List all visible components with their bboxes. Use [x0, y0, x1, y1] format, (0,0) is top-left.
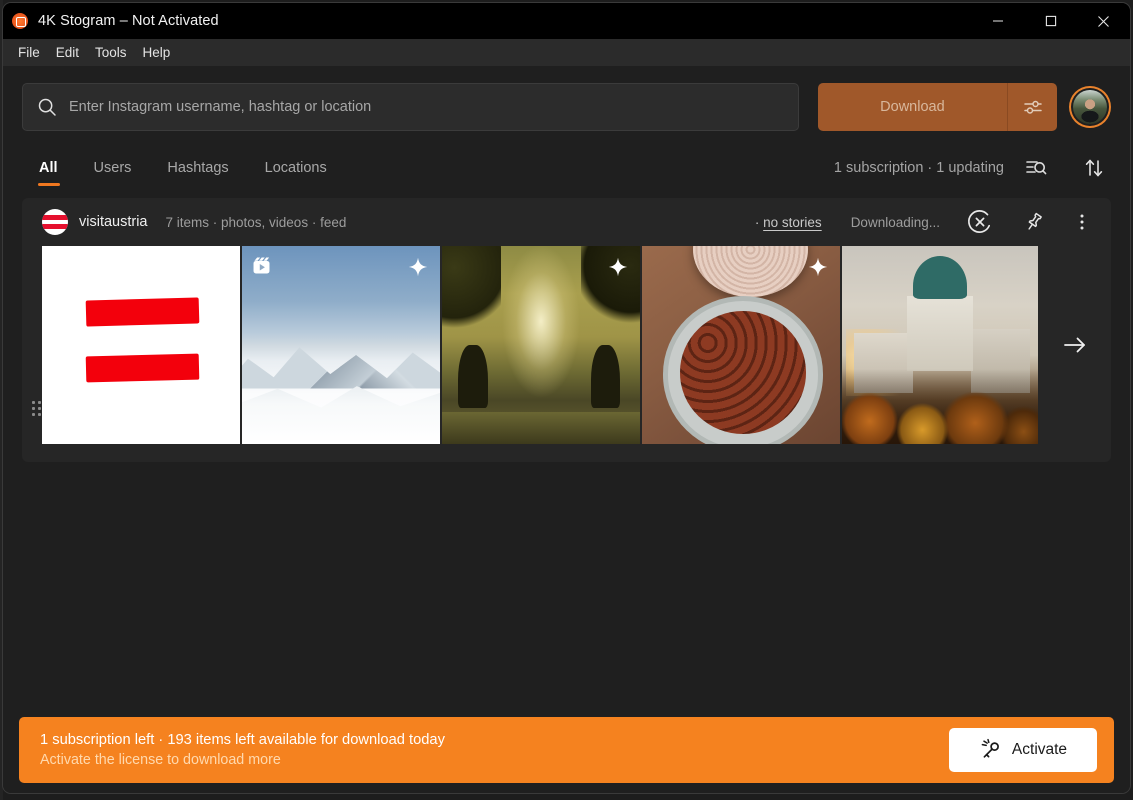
tab-hashtags[interactable]: Hashtags: [149, 146, 246, 190]
reel-icon: [253, 257, 270, 274]
license-banner: 1 subscription left · 193 items left ava…: [19, 717, 1114, 783]
subscription-meta: 7 items · photos, videos · feed: [165, 214, 347, 230]
filter-search-button[interactable]: [1019, 151, 1053, 185]
search-icon: [38, 98, 56, 116]
subscriptions-list: visitaustria 7 items · photos, videos · …: [3, 198, 1130, 462]
tab-users[interactable]: Users: [76, 146, 150, 190]
key-icon: [981, 738, 999, 758]
next-thumbnails-button[interactable]: [1039, 246, 1111, 444]
subscription-card: visitaustria 7 items · photos, videos · …: [22, 198, 1111, 462]
pin-subscription-button[interactable]: [1017, 204, 1051, 240]
sparkle-icon: [808, 257, 828, 277]
filter-tabs-bar: All Users Hashtags Locations 1 subscript…: [3, 146, 1130, 190]
sort-arrows-icon: [1085, 159, 1103, 177]
tree-left: [442, 246, 502, 338]
flag-brushstroke-top: [85, 297, 199, 327]
roasted-chestnuts-thumbnail[interactable]: [642, 246, 840, 444]
account-avatar-button[interactable]: [1069, 86, 1111, 128]
license-primary-text: 1 subscription left · 193 items left ava…: [40, 732, 445, 748]
subscription-account-name[interactable]: visitaustria: [79, 214, 148, 230]
license-secondary-text: Activate the license to download more: [40, 752, 281, 768]
maximize-button[interactable]: [1024, 3, 1077, 39]
search-toolbar: Download: [3, 66, 1130, 131]
statue-right: [590, 345, 621, 409]
menu-file[interactable]: File: [11, 42, 47, 63]
app-window: 4K Stogram – Not Activated File Edit Too…: [3, 3, 1130, 793]
thumbnail-image: [42, 246, 240, 444]
cancel-progress-icon: [968, 210, 991, 233]
filter-search-icon: [1026, 161, 1047, 175]
more-options-button[interactable]: [1065, 204, 1099, 240]
menu-help[interactable]: Help: [136, 42, 178, 63]
drag-handle-icon[interactable]: [29, 398, 43, 418]
avatar: [1073, 90, 1107, 124]
thumbnail-image: [842, 246, 1038, 444]
download-options-button[interactable]: [1007, 83, 1058, 131]
subscription-card-actions: · no stories Downloading...: [755, 204, 1103, 240]
flag-stripe-bottom: [42, 223, 68, 229]
subscription-status-text: 1 subscription · 1 updating: [833, 160, 1004, 176]
search-input[interactable]: [69, 99, 784, 115]
tab-all[interactable]: All: [22, 146, 76, 190]
stories-label: no stories: [763, 214, 822, 230]
chestnuts: [679, 311, 807, 435]
minimize-icon: [992, 20, 1003, 22]
window-title: 4K Stogram – Not Activated: [38, 13, 219, 29]
tabs-right-group: 1 subscription · 1 updating: [834, 151, 1111, 185]
menu-edit[interactable]: Edit: [49, 42, 86, 63]
sliders-icon: [1023, 100, 1042, 114]
activate-button-label: Activate: [1011, 741, 1068, 758]
license-banner-text: 1 subscription left · 193 items left ava…: [40, 732, 445, 768]
pin-icon: [1028, 212, 1042, 230]
stories-link[interactable]: · no stories: [755, 215, 822, 230]
menu-bar: File Edit Tools Help: [3, 39, 1130, 66]
download-status-text: Downloading...: [850, 214, 940, 230]
church-dome: [912, 255, 968, 300]
sieve: [693, 246, 809, 298]
stories-prefix: ·: [754, 214, 764, 230]
desktop-backdrop: 4K Stogram – Not Activated File Edit Too…: [0, 0, 1133, 800]
minimize-button[interactable]: [971, 3, 1024, 39]
austria-flag-thumbnail[interactable]: [42, 246, 240, 444]
maximize-icon: [1045, 15, 1056, 27]
arrow-right-icon: [1064, 337, 1085, 353]
autumn-leaves: [842, 368, 1038, 444]
cancel-download-button[interactable]: [962, 204, 998, 240]
app-content: Download All: [3, 66, 1130, 793]
close-icon: [1098, 15, 1109, 27]
flag-stripe-top: [42, 215, 68, 221]
flag-brushstroke-bottom: [85, 353, 199, 382]
thumbnail-strip: [22, 246, 1111, 444]
karlskirche-autumn-thumbnail[interactable]: [842, 246, 1038, 444]
austria-flag-avatar-icon: [42, 209, 68, 235]
fountain-park-thumbnail[interactable]: [442, 246, 640, 444]
subscription-card-header: visitaustria 7 items · photos, videos · …: [22, 198, 1111, 246]
title-bar: 4K Stogram – Not Activated: [3, 3, 1130, 39]
more-vertical-icon: [1080, 214, 1084, 230]
ground: [442, 412, 640, 444]
statue-left: [457, 345, 488, 409]
sparkle-icon: [608, 257, 628, 277]
search-box[interactable]: [22, 83, 799, 131]
download-button[interactable]: Download: [817, 83, 1008, 131]
sparkle-icon: [408, 257, 428, 277]
tab-locations[interactable]: Locations: [247, 146, 345, 190]
tabs: All Users Hashtags Locations: [22, 146, 345, 190]
app-logo-icon: [12, 13, 28, 29]
sort-button[interactable]: [1077, 151, 1111, 185]
snowy-mountains-thumbnail[interactable]: [242, 246, 440, 444]
church-drum: [906, 295, 974, 371]
activate-button[interactable]: Activate: [949, 728, 1097, 772]
close-button[interactable]: [1077, 3, 1130, 39]
window-controls: [971, 3, 1130, 39]
menu-tools[interactable]: Tools: [88, 42, 134, 63]
download-button-group: Download: [817, 83, 1058, 131]
